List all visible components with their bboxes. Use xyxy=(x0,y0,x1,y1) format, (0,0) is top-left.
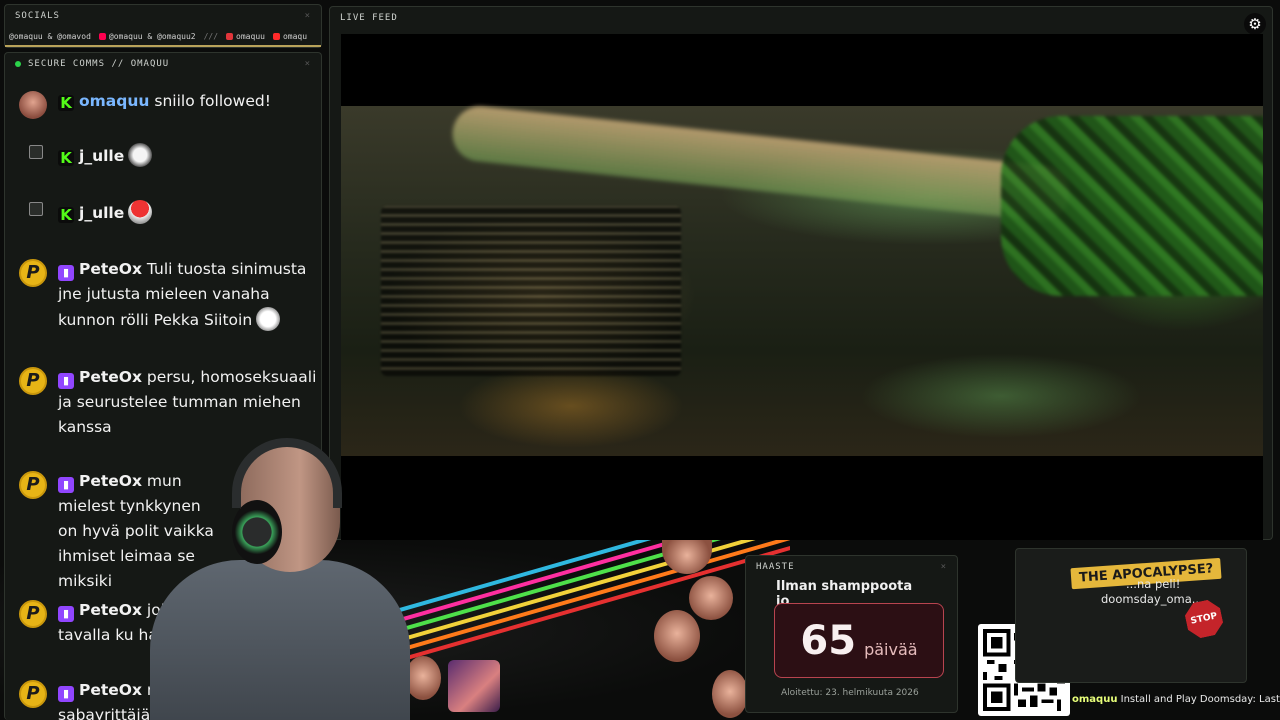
challenge-title: HAASTE xyxy=(756,562,795,572)
socials-list: @omaquu & @omavod @omaquu & @omaquu2 ///… xyxy=(5,27,321,45)
chat-username[interactable]: PeteOx xyxy=(79,368,142,386)
twitch-icon: ▮ xyxy=(58,373,74,389)
face-emote xyxy=(689,576,733,620)
streamer-webcam xyxy=(150,438,410,720)
twitch-icon: ▮ xyxy=(58,606,74,622)
close-icon[interactable]: × xyxy=(305,59,311,69)
chat-username[interactable]: PeteOx xyxy=(79,472,142,490)
chat-message: Kj_ulle xyxy=(19,143,319,169)
socials-separator: /// xyxy=(203,31,219,41)
headset-icon xyxy=(232,438,342,508)
chat-username[interactable]: omaquu xyxy=(79,92,149,110)
chat-username[interactable]: PeteOx xyxy=(79,681,142,699)
avatar: P xyxy=(19,259,47,287)
kick-icon: K xyxy=(58,207,74,223)
face-emote xyxy=(654,610,700,662)
live-feed-title: LIVE FEED xyxy=(340,13,398,23)
gear-icon[interactable]: ⚙ xyxy=(1244,13,1266,35)
social-link-instagram[interactable]: @omaquu & @omavod xyxy=(9,32,91,41)
chat-header: SECURE COMMS // OMAQUU × xyxy=(5,53,321,75)
live-feed-panel: LIVE FEED ⚙ xyxy=(329,6,1273,540)
twitch-icon: ▮ xyxy=(58,686,74,702)
video-frame xyxy=(341,103,1263,456)
ticker-username: omaquu xyxy=(1072,694,1118,705)
live-indicator-icon xyxy=(15,61,21,67)
promo-text: ...na peli! doomsday_oma... xyxy=(1101,577,1241,607)
chat-username[interactable]: PeteOx xyxy=(79,260,142,278)
live-feed-header: LIVE FEED xyxy=(330,7,1272,29)
social-link-youtube[interactable]: omaqu xyxy=(272,32,307,41)
chat-message: P ▮ PeteOx Tuli tuosta sinimusta jne jutu… xyxy=(19,257,319,333)
social-link-tiktok[interactable]: @omaquu & @omaquu2 xyxy=(98,32,196,41)
chat-username[interactable]: j_ulle xyxy=(79,147,124,165)
video-machine-shape xyxy=(381,206,681,376)
kick-icon: K xyxy=(58,95,74,111)
face-emote xyxy=(405,656,441,700)
twitch-icon: ▮ xyxy=(58,477,74,493)
video-sleeve-shape xyxy=(1001,116,1263,296)
promo-line-1: ...na peli! xyxy=(1126,577,1181,591)
ticker-text: Install and Play Doomsday: Last Surv xyxy=(1120,694,1280,705)
broken-image-icon xyxy=(29,145,43,159)
chat-username[interactable]: PeteOx xyxy=(79,601,142,619)
promo-line-2: doomsday_oma... xyxy=(1101,592,1203,606)
socials-panel: SOCIALS × @omaquu & @omavod @omaquu & @o… xyxy=(4,4,322,48)
twitch-icon: ▮ xyxy=(58,265,74,281)
socials-accent-bar xyxy=(5,45,321,47)
chat-message: Komaquu sniilo followed! xyxy=(19,89,319,119)
face-emote xyxy=(712,670,748,718)
day-unit: päivää xyxy=(864,640,918,659)
youtube-icon xyxy=(272,32,280,40)
chat-username[interactable]: j_ulle xyxy=(79,204,124,222)
avatar: P xyxy=(19,367,47,395)
close-icon[interactable]: × xyxy=(305,11,311,21)
day-count: 65 xyxy=(800,617,857,664)
avatar: P xyxy=(19,471,47,499)
chat-message: Kj_ulle xyxy=(19,200,319,226)
socials-title: SOCIALS xyxy=(15,11,60,21)
headset-earcup-icon xyxy=(232,500,282,564)
chat-ticker: omaquu Install and Play Doomsday: Last S… xyxy=(1072,694,1280,708)
mushroom-emote-icon xyxy=(128,200,153,224)
grin-emote-icon xyxy=(256,307,281,331)
start-date: Aloitettu: 23. helmikuuta 2026 xyxy=(781,688,919,698)
video-player[interactable] xyxy=(341,34,1263,540)
close-icon[interactable]: × xyxy=(941,562,947,572)
socials-header: SOCIALS × xyxy=(5,5,321,27)
day-counter: 65 päivää xyxy=(774,603,944,678)
streamer-torso xyxy=(150,560,410,720)
challenge-panel: HAASTE × Ilman shamppoota jo 65 päivää A… xyxy=(745,555,958,713)
face-emote xyxy=(448,660,500,712)
broken-image-icon xyxy=(29,202,43,216)
chat-message: P ▮ PeteOx persu, homoseksuaali ja seurus… xyxy=(19,365,319,440)
ghost-emote-icon xyxy=(128,143,153,167)
chat-title: SECURE COMMS // OMAQUU xyxy=(28,59,170,69)
social-link-kick[interactable]: omaquu xyxy=(226,32,265,41)
challenge-header: HAASTE × xyxy=(746,556,957,578)
chat-text: sniilo followed! xyxy=(154,92,271,110)
avatar xyxy=(19,91,47,119)
avatar: P xyxy=(19,680,47,708)
game-promo-panel: THE APOCALYPSE? ...na peli! doomsday_oma… xyxy=(1015,548,1247,683)
kick-icon xyxy=(226,32,234,40)
kick-icon: K xyxy=(58,150,74,166)
tiktok-icon xyxy=(98,32,106,40)
avatar: P xyxy=(19,600,47,628)
